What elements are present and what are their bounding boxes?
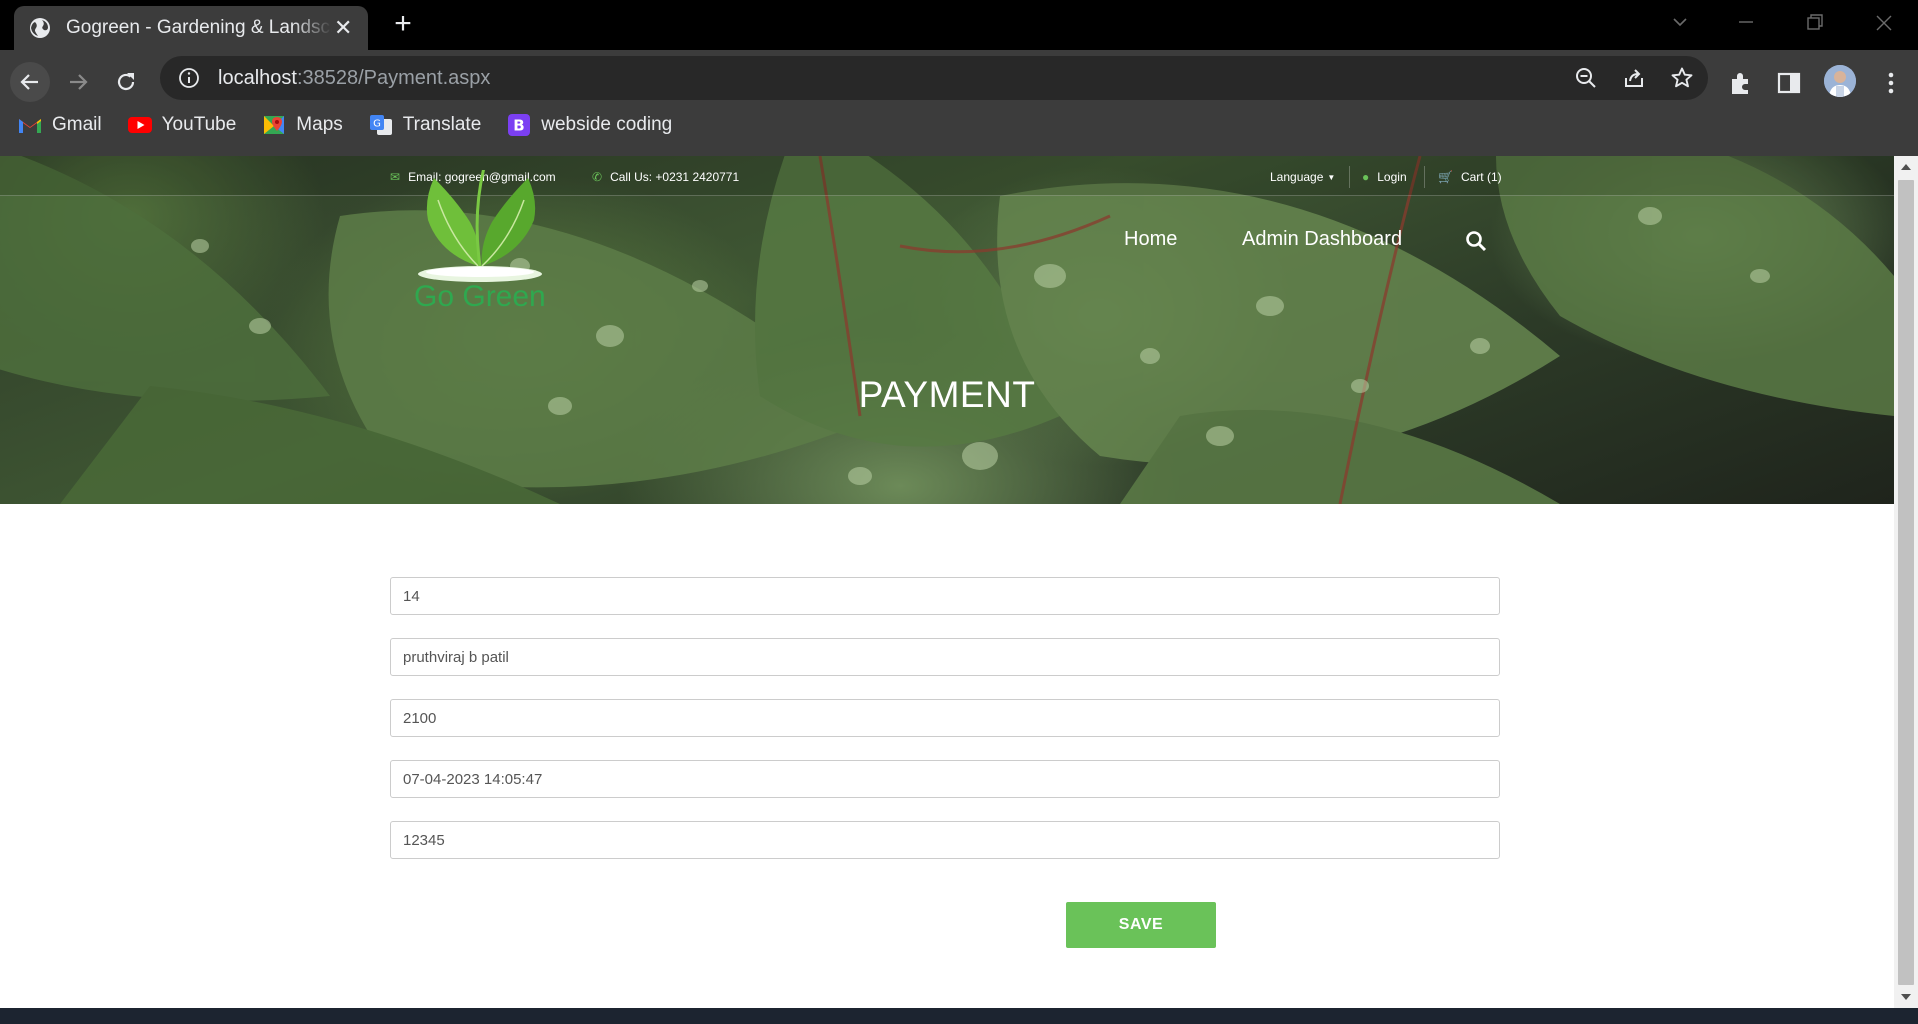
search-icon[interactable] [1465,230,1487,252]
globe-icon [30,18,50,38]
translate-icon: G [369,115,392,135]
bookmark-gmail[interactable]: Gmail [18,114,102,136]
bookmarks-bar: Gmail YouTube Maps G Translate B webside… [18,114,672,136]
page-title: PAYMENT [858,374,1036,415]
svg-text:B: B [514,117,525,135]
bookmark-youtube[interactable]: YouTube [127,114,237,136]
profile-avatar[interactable] [1824,65,1856,97]
zoom-out-icon[interactable] [1574,66,1598,90]
login-link[interactable]: ● Login [1362,170,1407,184]
language-dropdown[interactable]: Language ▼ [1270,170,1335,184]
reload-icon [117,73,135,91]
more-menu-icon[interactable] [1878,70,1904,96]
scroll-up-icon[interactable] [1901,164,1911,170]
avatar-icon [1824,65,1856,97]
booking-id-field[interactable] [390,577,1500,615]
leaves-background-image [0,156,1894,504]
cart-label: Cart (1) [1460,170,1502,184]
close-window-icon[interactable] [1864,8,1904,38]
top-info-bar: ✉ Email: gogreen@gmail.com ✆ Call Us: +0… [0,156,1894,196]
bookmark-label: YouTube [161,114,237,135]
phone-contact[interactable]: ✆ Call Us: +0231 2420771 [592,170,739,184]
phone-icon: ✆ [592,170,603,184]
bookmark-label: Translate [402,114,482,135]
caret-down-icon: ▼ [1327,172,1336,182]
scroll-thumb[interactable] [1898,180,1914,985]
phone-text: Call Us: +0231 2420771 [610,170,740,184]
arrow-left-icon [20,74,38,90]
reload-button[interactable] [106,62,146,102]
login-label: Login [1377,170,1407,184]
bootstrap-icon: B [508,114,531,136]
envelope-icon: ✉ [390,170,401,184]
arrow-right-icon [70,74,88,90]
tab-title: Gogreen - Gardening & Landscaping [66,17,332,38]
address-bar[interactable]: localhost:38528/Payment.aspx [160,56,1708,100]
customer-name-field[interactable] [390,638,1500,676]
hero-banner: ✉ Email: gogreen@gmail.com ✆ Call Us: +0… [0,156,1894,504]
youtube-icon [127,117,152,133]
bookmark-star-icon[interactable] [1670,66,1694,90]
bookmark-label: Gmail [52,114,102,135]
divider [1349,166,1350,188]
cart-link[interactable]: 🛒 Cart (1) [1438,170,1502,184]
back-button[interactable] [10,62,50,102]
save-button[interactable]: SAVE [1066,902,1216,948]
cart-icon: 🛒 [1438,170,1453,184]
browser-toolbar: localhost:38528/Payment.aspx Gmail YouTu… [0,50,1918,156]
forward-button[interactable] [58,62,98,102]
nav-admin-dashboard[interactable]: Admin Dashboard [1242,228,1402,251]
go-green-logo[interactable] [416,170,546,290]
language-label: Language [1270,170,1324,184]
info-icon[interactable] [178,67,200,89]
bookmark-label: webside coding [541,114,673,135]
nav-home[interactable]: Home [1124,228,1177,251]
minimize-icon[interactable] [1726,8,1766,38]
side-panel-icon[interactable] [1776,70,1802,96]
share-icon[interactable] [1622,66,1646,90]
date-time-field[interactable] [390,760,1500,798]
browser-tab-bar: Gogreen - Gardening & Landscaping ✕ + [0,0,1918,50]
os-taskbar [0,1008,1918,1024]
page-scrollbar[interactable] [1894,156,1918,1008]
logo-text: Go Green [414,280,546,313]
bookmark-label: Maps [296,114,343,135]
new-tab-icon[interactable]: + [388,9,418,40]
bookmark-webside-coding[interactable]: B webside coding [507,114,672,136]
amount-field[interactable] [390,699,1500,737]
card-number-field[interactable] [390,821,1500,859]
bookmark-maps[interactable]: Maps [262,114,343,136]
tab-search-icon[interactable] [1660,8,1700,38]
gmail-icon [19,119,41,133]
url-path: :38528/Payment.aspx [296,66,491,89]
bookmark-translate[interactable]: G Translate [369,114,482,136]
svg-text:G: G [373,119,381,130]
maps-icon [264,116,285,134]
browser-tab[interactable]: Gogreen - Gardening & Landscaping ✕ [14,6,368,50]
payment-form [390,577,1500,883]
url-host: localhost [218,66,297,89]
scroll-down-icon[interactable] [1901,994,1911,1000]
tab-close-icon[interactable]: ✕ [332,15,354,41]
divider [1424,166,1425,188]
restore-icon[interactable] [1794,8,1834,38]
url-text: localhost:38528/Payment.aspx [218,67,490,90]
web-page: ✉ Email: gogreen@gmail.com ✆ Call Us: +0… [0,156,1894,1008]
extensions-icon[interactable] [1728,70,1754,96]
user-icon: ● [1362,170,1370,184]
